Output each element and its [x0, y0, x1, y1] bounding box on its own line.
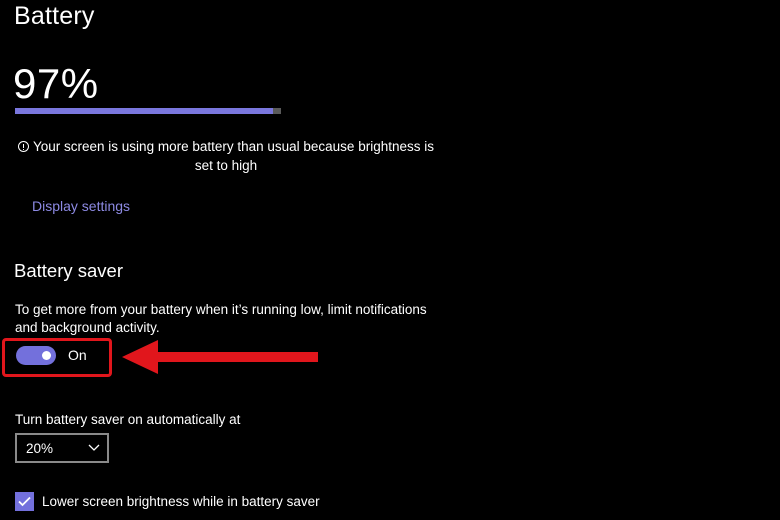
battery-level-bar — [15, 108, 281, 114]
checkmark-icon — [18, 496, 31, 507]
battery-saver-toggle[interactable] — [16, 346, 56, 365]
toggle-state-label: On — [68, 347, 87, 363]
lower-brightness-checkbox[interactable] — [15, 492, 34, 511]
battery-saver-heading: Battery saver — [14, 260, 123, 281]
battery-level-fill — [15, 108, 274, 114]
info-icon — [18, 141, 29, 152]
auto-threshold-dropdown[interactable]: 20% — [15, 433, 109, 463]
warning-text-line2: set to high — [194, 158, 258, 173]
battery-saver-description: To get more from your battery when it’s … — [15, 301, 445, 337]
toggle-knob — [42, 351, 51, 360]
display-settings-link[interactable]: Display settings — [32, 198, 130, 214]
page-title: Battery — [14, 2, 95, 30]
auto-threshold-label: Turn battery saver on automatically at — [15, 412, 241, 427]
description-line1: To get more from your battery when it’s … — [15, 302, 427, 317]
battery-percentage: 97% — [13, 60, 99, 107]
warning-text-line1: Your screen is using more battery than u… — [33, 139, 434, 154]
description-line2: and background activity. — [15, 320, 160, 335]
red-arrow-icon — [122, 340, 318, 374]
brightness-warning: Your screen is using more battery than u… — [16, 137, 436, 175]
dropdown-value: 20% — [26, 441, 54, 456]
lower-brightness-label: Lower screen brightness while in battery… — [42, 494, 320, 509]
chevron-down-icon — [88, 444, 100, 451]
